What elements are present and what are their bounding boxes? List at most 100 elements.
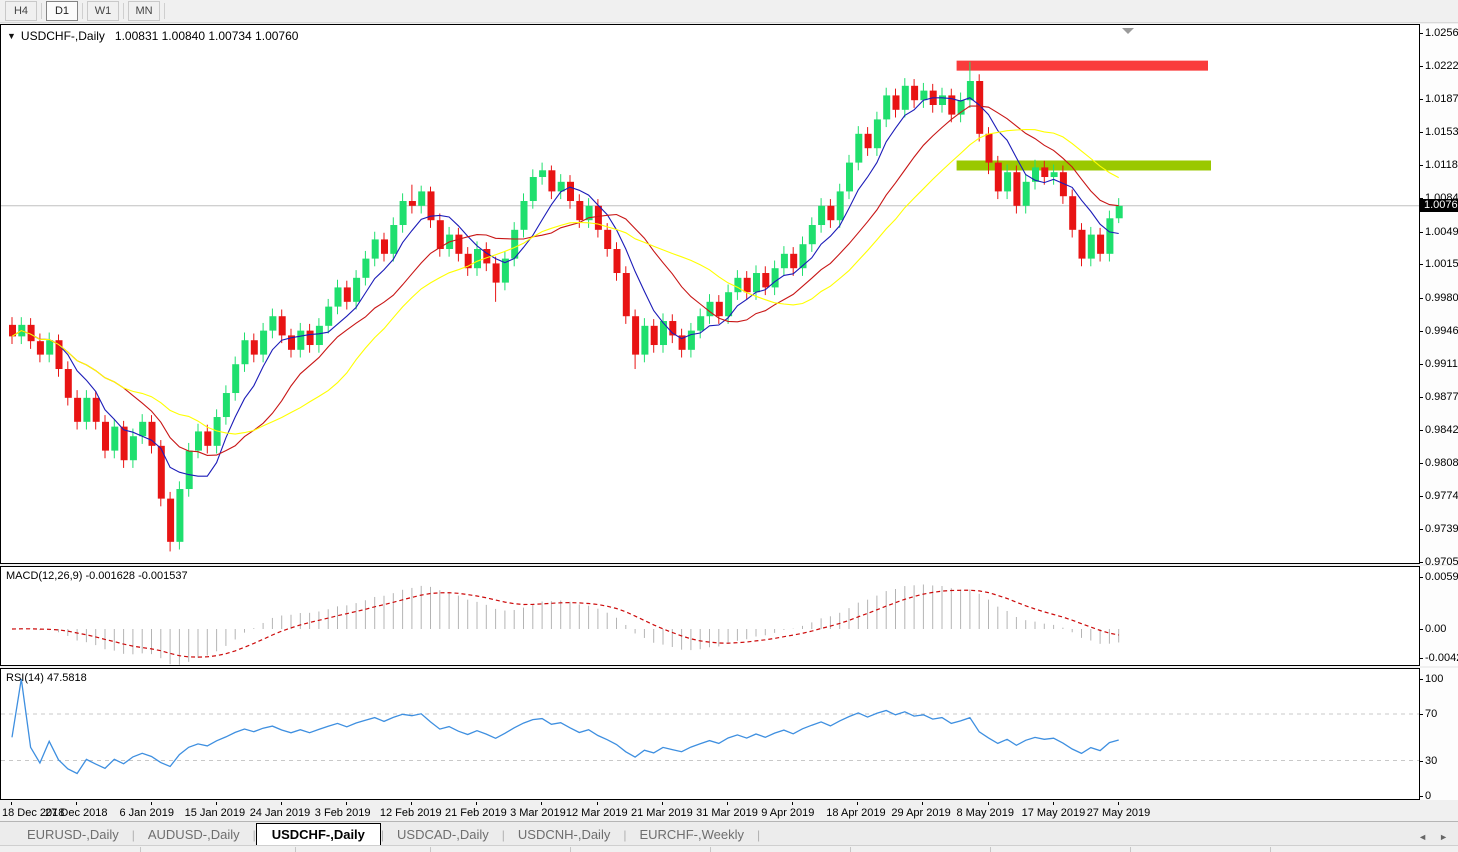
date-axis-label: 18 Apr 2019 — [826, 807, 885, 819]
date-axis-label: 12 Feb 2019 — [380, 807, 442, 819]
tab-scroll-left-button[interactable]: ◄ — [1418, 832, 1427, 842]
rsi-axis-label: 30 — [1425, 756, 1437, 767]
date-axis-tick — [597, 802, 598, 805]
date-axis-tick — [922, 802, 923, 805]
resistance-level-line[interactable] — [957, 61, 1208, 71]
status-strip — [0, 845, 1458, 852]
price-axis-label: 1.00150 — [1425, 259, 1458, 270]
support-level-line[interactable] — [957, 160, 1211, 170]
chart-ohlc-readout: 1.00831 1.00840 1.00734 1.00760 — [115, 29, 299, 43]
price-axis-label: 0.99110 — [1425, 359, 1458, 370]
date-axis-label: 21 Mar 2019 — [631, 807, 693, 819]
moving-average-slow-line — [12, 130, 1119, 435]
macd-axis[interactable]: 0.005970.00-0.00424 — [1420, 566, 1458, 666]
timeframe-button-w1[interactable]: W1 — [87, 1, 119, 21]
price-axis-label: 0.98080 — [1425, 458, 1458, 469]
date-axis-label: 17 May 2019 — [1022, 807, 1086, 819]
price-axis-tick — [1420, 264, 1423, 265]
price-axis-tick — [1420, 529, 1423, 530]
rsi-panel-plot[interactable]: RSI(14) 47.5818 — [0, 668, 1420, 800]
price-axis-label: 0.99460 — [1425, 326, 1458, 337]
date-axis-label: 6 Jan 2019 — [120, 807, 174, 819]
macd-label: MACD(12,26,9) -0.001628 -0.001537 — [6, 570, 188, 582]
price-axis-tick — [1420, 331, 1423, 332]
price-axis-tick — [1420, 562, 1423, 563]
price-axis-label: 1.02560 — [1425, 28, 1458, 39]
date-axis-tick — [792, 802, 793, 805]
price-axis-label: 0.98770 — [1425, 392, 1458, 403]
timeframe-button-d1[interactable]: D1 — [46, 1, 78, 21]
price-axis-label: 0.97390 — [1425, 524, 1458, 535]
chart-tab-eurchf[interactable]: EURCHF-,Weekly — [626, 824, 757, 846]
date-axis-label: 3 Feb 2019 — [315, 807, 371, 819]
price-axis-label: 1.01870 — [1425, 94, 1458, 105]
price-axis-tick — [1420, 397, 1423, 398]
timeframe-button-h4[interactable]: H4 — [5, 1, 37, 21]
macd-canvas — [1, 567, 1419, 665]
status-strip-divider — [850, 847, 851, 852]
current-bid-price-label: 1.00760 — [1420, 199, 1458, 212]
chart-symbol-label: USDCHF-,Daily — [21, 29, 105, 43]
chart-tab-usdchf[interactable]: USDCHF-,Daily — [256, 823, 381, 847]
date-axis-tick — [151, 802, 152, 805]
price-axis-tick — [1420, 430, 1423, 431]
date-axis-tick — [76, 802, 77, 805]
date-axis-tick — [857, 802, 858, 805]
chart-dropdown-icon[interactable]: ▼ — [7, 31, 16, 41]
tab-separator: | — [757, 828, 760, 846]
toolbar-separator — [82, 3, 83, 19]
chart-tab-eurusd[interactable]: EURUSD-,Daily — [14, 824, 132, 846]
rsi-axis-label: 70 — [1425, 709, 1437, 720]
mt4-window: H4 D1 W1 MN ▼ USDCHF-,Daily 1.00831 1.00840… — [0, 0, 1458, 852]
macd-signal-line — [12, 590, 1119, 657]
date-axis-tick — [1118, 802, 1119, 805]
status-strip-divider — [710, 847, 711, 852]
chart-tab-audusd[interactable]: AUDUSD-,Daily — [135, 824, 253, 846]
chart-shift-marker-icon[interactable] — [1122, 28, 1134, 34]
chart-tab-usdcad[interactable]: USDCAD-,Daily — [384, 824, 502, 846]
candlestick-series — [9, 62, 1123, 552]
chart-tab-bar: EURUSD-,Daily|AUDUSD-,Daily|USDCHF-,Dail… — [0, 821, 1458, 846]
price-axis-label: 0.99800 — [1425, 293, 1458, 304]
chart-title: ▼ USDCHF-,Daily 1.00831 1.00840 1.00734 … — [7, 29, 298, 43]
date-axis-label: 15 Jan 2019 — [185, 807, 246, 819]
price-chart-canvas — [1, 25, 1419, 563]
price-axis-tick — [1420, 99, 1423, 100]
date-axis-tick — [476, 802, 477, 805]
date-axis-label: 9 Apr 2019 — [761, 807, 814, 819]
date-axis-label: 27 May 2019 — [1087, 807, 1151, 819]
date-axis-tick — [988, 802, 989, 805]
timeframe-button-mn[interactable]: MN — [128, 1, 160, 21]
price-axis-tick — [1420, 66, 1423, 67]
toolbar-separator — [164, 3, 165, 19]
macd-axis-label: 0.00597 — [1425, 572, 1458, 583]
price-axis-tick — [1420, 463, 1423, 464]
rsi-axis-tick — [1420, 714, 1423, 715]
tab-scroll-right-button[interactable]: ► — [1439, 832, 1448, 842]
rsi-line — [12, 679, 1119, 774]
date-axis-tick — [281, 802, 282, 805]
price-axis-tick — [1420, 132, 1423, 133]
rsi-canvas — [1, 669, 1419, 799]
chart-tab-usdcnh[interactable]: USDCNH-,Daily — [505, 824, 623, 846]
macd-axis-tick — [1420, 658, 1423, 659]
date-axis-tick — [541, 802, 542, 805]
price-axis-tick — [1420, 496, 1423, 497]
price-axis-tick — [1420, 364, 1423, 365]
macd-panel-plot[interactable]: MACD(12,26,9) -0.001628 -0.001537 — [0, 566, 1420, 666]
status-strip-divider — [1270, 847, 1271, 852]
status-strip-divider — [430, 847, 431, 852]
price-axis-tick — [1420, 232, 1423, 233]
price-axis-tick — [1420, 33, 1423, 34]
moving-average-mid-line — [12, 106, 1119, 455]
price-axis[interactable]: 1.025601.022201.018701.015301.011801.008… — [1420, 24, 1458, 564]
price-chart-plot[interactable]: ▼ USDCHF-,Daily 1.00831 1.00840 1.00734 … — [0, 24, 1420, 564]
moving-average-fast-line — [12, 98, 1119, 476]
rsi-axis[interactable]: 10070300 — [1420, 668, 1458, 800]
status-strip-divider — [140, 847, 141, 852]
date-axis-tick — [727, 802, 728, 805]
rsi-axis-label: 100 — [1425, 674, 1443, 685]
date-axis-tick — [411, 802, 412, 805]
macd-histogram — [12, 585, 1119, 665]
date-axis-tick — [346, 802, 347, 805]
